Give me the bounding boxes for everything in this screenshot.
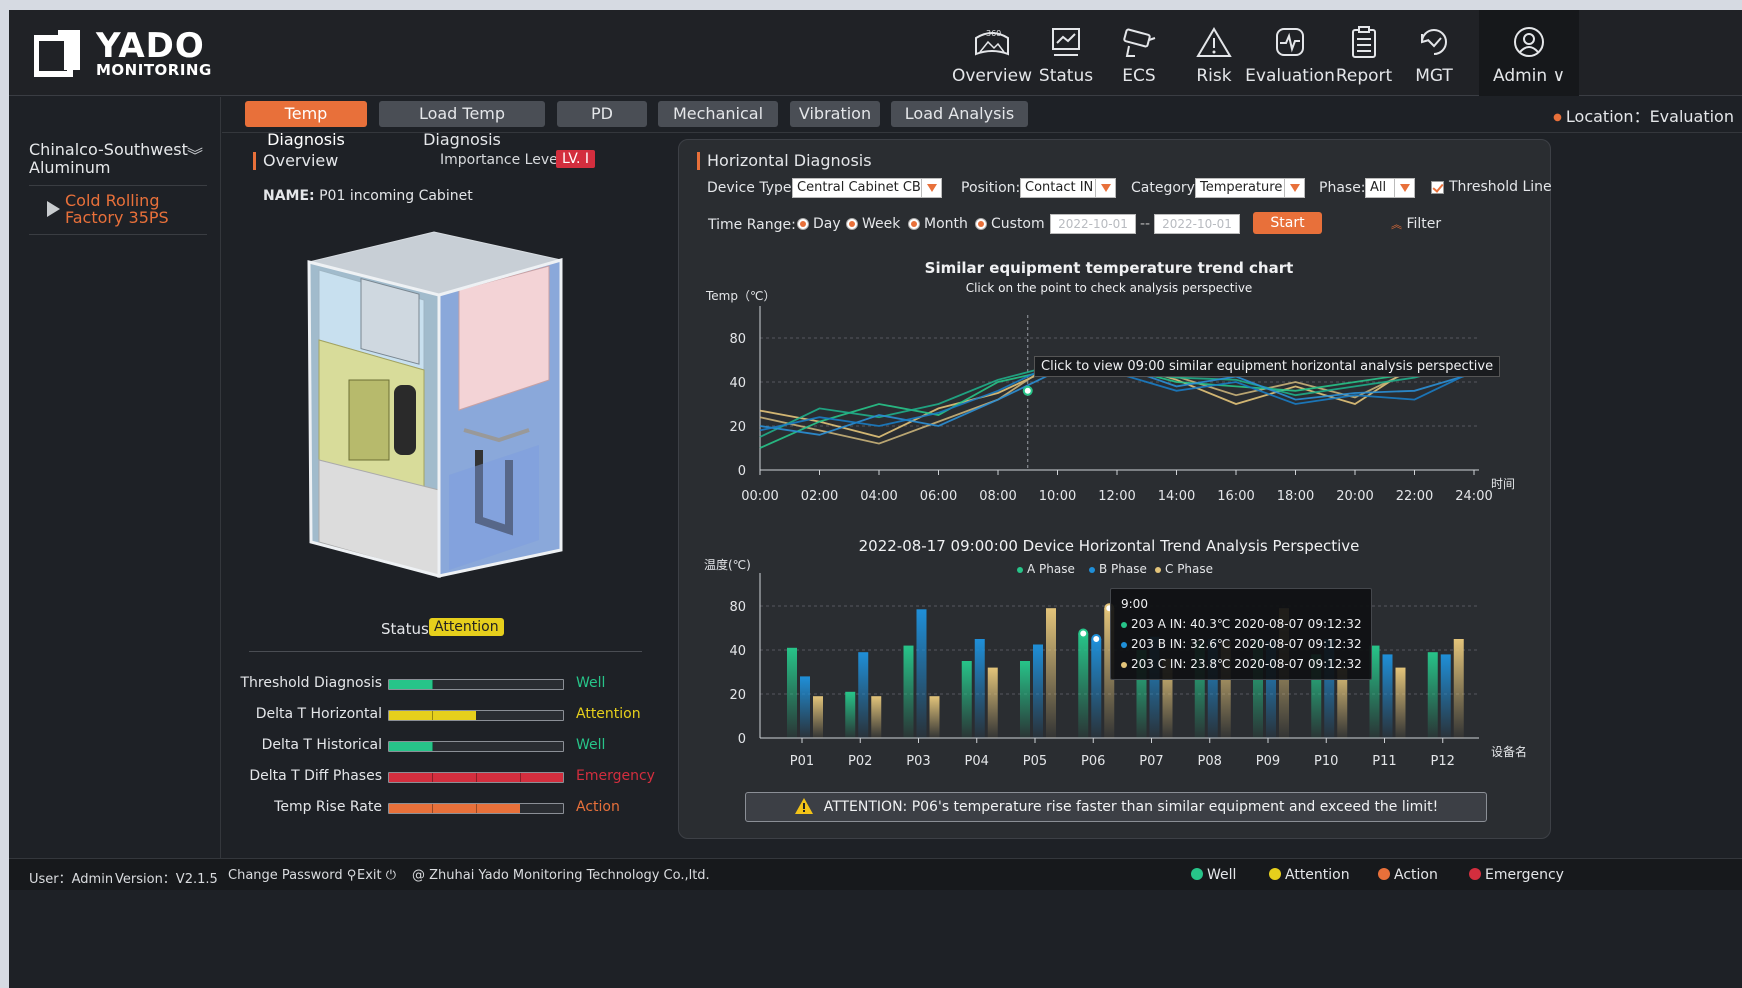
bar-P02-c-phase[interactable] — [871, 696, 882, 738]
bar-tooltip-row: 203 B IN: 32.6℃ 2020-08-07 09:12:32 — [1121, 637, 1371, 651]
bar-x-tick: P06 — [1081, 754, 1105, 769]
bar-y-tick: 80 — [729, 600, 746, 615]
bar-x-tick: P02 — [848, 754, 872, 769]
phase-dot-icon — [1121, 661, 1127, 668]
status-legend-item: Well — [1191, 867, 1236, 883]
bar-P02-a-phase[interactable] — [845, 691, 856, 738]
bar-P05-c-phase[interactable] — [1046, 608, 1056, 738]
bar-P02-b-phase[interactable] — [858, 652, 869, 738]
app-window: YADO MONITORING 360 Overview Status ECS … — [9, 10, 1742, 988]
bar-P03-c-phase[interactable] — [929, 696, 940, 738]
warning-icon — [794, 798, 813, 814]
footer-copyright: @ Zhuhai Yado Monitoring Technology Co.,… — [412, 868, 710, 883]
bar-x-tick: P11 — [1372, 754, 1396, 769]
bar-P12-b-phase[interactable] — [1440, 654, 1451, 738]
footer: User：Admin Version：V2.1.5 Change Passwor… — [9, 858, 1742, 890]
status-dot-icon — [1469, 868, 1481, 880]
bar-tooltip: 9:00 203 A IN: 40.3℃ 2020-08-07 09:12:32… — [1110, 588, 1372, 680]
status-legend-label: Attention — [1285, 867, 1350, 883]
bar-P01-c-phase[interactable] — [813, 696, 823, 738]
bar-P04-c-phase[interactable] — [987, 667, 998, 738]
bar-x-tick: P01 — [790, 754, 814, 769]
bar-x-tick: P09 — [1256, 754, 1280, 769]
bar-P01-b-phase[interactable] — [800, 676, 810, 738]
bar-x-tick: P03 — [906, 754, 930, 769]
bar-highlight-point[interactable] — [1078, 628, 1089, 639]
bar-P12-c-phase[interactable] — [1453, 639, 1464, 738]
status-legend-label: Well — [1207, 867, 1237, 883]
bar-x-tick: P10 — [1314, 754, 1338, 769]
attention-alert: ATTENTION: P06's temperature rise faster… — [745, 792, 1487, 822]
bar-tooltip-title: 9:00 — [1121, 597, 1148, 611]
bar-P11-b-phase[interactable] — [1382, 654, 1393, 738]
change-password-link[interactable]: Change Password ⚲ — [228, 868, 356, 883]
status-legend-item: Action — [1378, 867, 1438, 883]
bar-P04-b-phase[interactable] — [974, 639, 985, 738]
bar-highlight-point[interactable] — [1091, 634, 1102, 644]
bar-P01-a-phase[interactable] — [787, 647, 797, 738]
bar-P04-a-phase[interactable] — [961, 661, 972, 738]
status-legend-item: Attention — [1269, 867, 1350, 883]
attention-text: ATTENTION: P06's temperature rise faster… — [823, 799, 1439, 815]
bar-tooltip-row-text: 203 C IN: 23.8℃ 2020-08-07 09:12:32 — [1131, 657, 1362, 671]
bar-x-tick: P08 — [1198, 754, 1222, 769]
bar-tooltip-row-text: 203 A IN: 40.3℃ 2020-08-07 09:12:32 — [1131, 617, 1362, 631]
status-dot-icon — [1378, 868, 1390, 880]
bar-P03-b-phase[interactable] — [916, 609, 927, 738]
status-legend-label: Action — [1394, 867, 1438, 883]
bar-tooltip-row: 203 C IN: 23.8℃ 2020-08-07 09:12:32 — [1121, 657, 1371, 671]
status-dot-icon — [1191, 868, 1203, 880]
bar-y-tick: 40 — [729, 644, 746, 659]
bar-tooltip-row-text: 203 B IN: 32.6℃ 2020-08-07 09:12:32 — [1131, 637, 1362, 651]
footer-user: User：Admin — [29, 872, 114, 887]
bar-chart[interactable]: 0 20 40 80 P01 P02 P03 P04 P05 P06 P07 P08 P09 P10 P11… — [9, 10, 1742, 988]
bar-P06-a-phase[interactable] — [1078, 633, 1089, 739]
phase-dot-icon — [1121, 641, 1127, 648]
bar-y-tick: 0 — [738, 732, 746, 747]
phase-dot-icon — [1121, 621, 1127, 628]
status-legend-label: Emergency — [1485, 867, 1564, 883]
bar-P12-a-phase[interactable] — [1427, 652, 1438, 738]
bar-P03-a-phase[interactable] — [903, 645, 914, 738]
bar-tooltip-row: 203 A IN: 40.3℃ 2020-08-07 09:12:32 — [1121, 617, 1371, 631]
status-legend-item: Emergency — [1469, 867, 1564, 883]
bar-x-tick: P07 — [1139, 754, 1163, 769]
footer-version: Version：V2.1.5 — [115, 872, 218, 887]
bar-x-tick: P05 — [1023, 754, 1047, 769]
exit-link[interactable]: Exit ⏻ — [357, 868, 396, 883]
bar-P06-b-phase[interactable] — [1091, 639, 1102, 738]
trend-tooltip: Click to view 09:00 similar equipment ho… — [1034, 356, 1501, 377]
status-dot-icon — [1269, 868, 1281, 880]
bar-P05-b-phase[interactable] — [1033, 644, 1043, 739]
bar-x-tick: P12 — [1431, 754, 1455, 769]
bar-x-tick: P04 — [965, 754, 989, 769]
bar-y-tick: 20 — [729, 688, 746, 703]
bar-P05-a-phase[interactable] — [1020, 661, 1030, 738]
bar-P11-c-phase[interactable] — [1395, 667, 1406, 738]
